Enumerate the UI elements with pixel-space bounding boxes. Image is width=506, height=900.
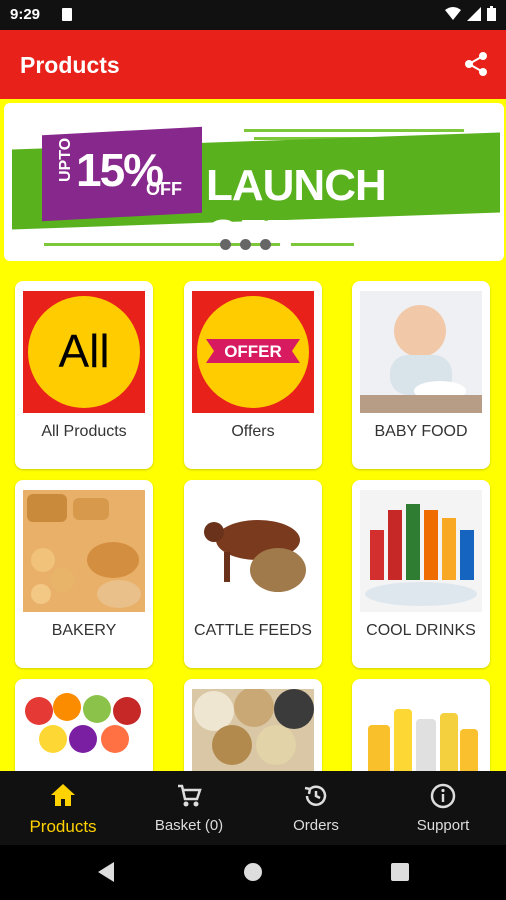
carousel-dot[interactable] [260,239,271,250]
banner-line [44,243,354,246]
system-navigation-bar [0,845,506,900]
home-button-icon[interactable] [243,862,263,882]
carousel-dot[interactable] [220,239,231,250]
nav-orders-label: Orders [293,817,339,834]
bottom-navigation: Products Basket (0) Orders Support [0,771,506,845]
category-card-grains[interactable] [184,679,322,771]
nav-support-label: Support [416,817,470,834]
products-content[interactable]: UPTO 15% OFF LAUNCH OFFER All All Produc… [0,99,506,771]
cart-icon [176,783,202,814]
sd-card-icon [62,8,72,21]
category-card-oils[interactable] [352,679,490,771]
all-products-image: All [23,291,145,413]
battery-icon [487,6,496,21]
category-card-bakery[interactable]: BAKERY [15,480,153,668]
category-label: CATTLE FEEDS [194,622,312,639]
offers-image: OFFER [192,291,314,413]
banner-off: OFF [146,179,182,199]
recents-icon[interactable] [390,862,410,882]
info-icon [430,783,456,814]
cattle-feeds-image [192,490,314,612]
grains-image [192,689,314,771]
status-bar: 9:29 [0,0,506,30]
baby-food-image [360,291,482,413]
back-icon[interactable] [96,861,116,883]
nav-basket-label: Basket (0) [154,817,224,834]
category-label: All Products [41,423,127,440]
system-icons [445,6,496,21]
category-card-baby-food[interactable]: BABY FOOD [352,281,490,469]
nav-products-label: Products [29,817,97,836]
oils-image [360,689,482,771]
all-tile-text: All [58,325,109,377]
category-card-cattle-feeds[interactable]: CATTLE FEEDS [184,480,322,668]
nav-orders[interactable]: Orders [253,771,379,845]
history-icon [303,783,329,814]
nav-basket[interactable]: Basket (0) [126,771,252,845]
fruits-image [23,689,145,771]
offer-tile-text: OFFER [224,342,282,361]
page-title: Products [20,52,120,78]
offer-banner[interactable]: UPTO 15% OFF LAUNCH OFFER [4,103,504,261]
category-label: Offers [231,423,275,440]
share-icon[interactable] [462,50,490,83]
cool-drinks-image [360,490,482,612]
category-label: BAKERY [51,622,117,639]
category-label: BABY FOOD [374,423,468,440]
status-time: 9:29 [10,6,41,23]
category-card-offers[interactable]: OFFER Offers [184,281,322,469]
nav-products[interactable]: Products [0,771,126,845]
carousel-dot[interactable] [240,239,251,250]
banner-line [244,129,464,132]
category-card-all-products[interactable]: All All Products [15,281,153,469]
banner-upto: UPTO [57,137,74,182]
wifi-icon [445,6,461,20]
app-bar: Products [0,30,506,99]
category-label: COOL DRINKS [366,622,476,639]
category-card-cool-drinks[interactable]: COOL DRINKS [352,480,490,668]
home-icon [50,783,76,812]
category-card-fruits[interactable] [15,679,153,771]
bakery-image [23,490,145,612]
carousel-dot-active[interactable] [280,239,291,250]
carousel-dots[interactable] [220,239,291,250]
nav-support[interactable]: Support [380,771,506,845]
signal-icon [467,6,481,21]
